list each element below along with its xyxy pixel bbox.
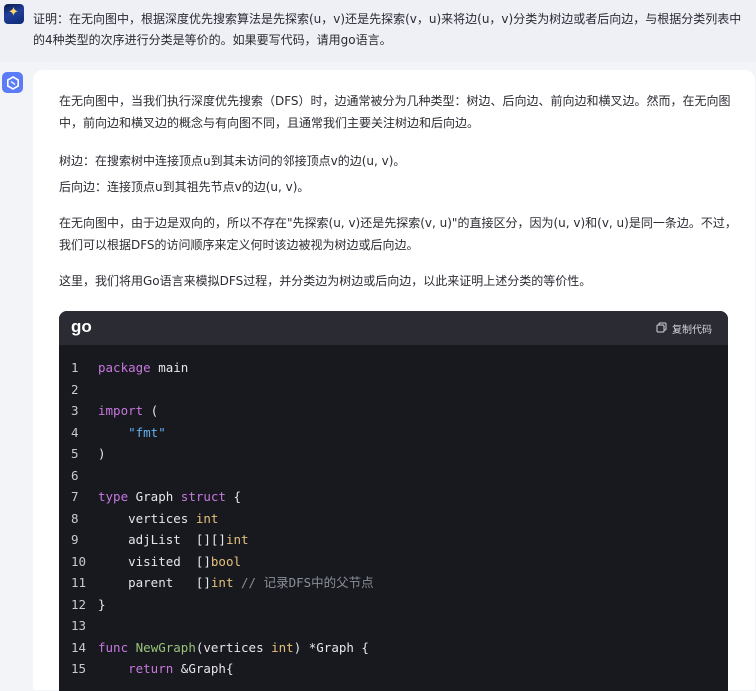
code-line: 15 return &Graph{	[59, 658, 728, 679]
code-line: 10 visited []bool	[59, 551, 728, 572]
code-text: package main	[98, 360, 189, 375]
answer-paragraph: 在无向图中，由于边是双向的，所以不存在"先探索(u, v)还是先探索(v, u)…	[59, 216, 737, 252]
code-text: func NewGraph(vertices int) *Graph {	[98, 639, 369, 655]
assistant-logo-icon	[2, 72, 23, 93]
code-line: 9 adjList [][]int	[59, 529, 728, 550]
code-line: 11 parent []int // 记录DFS中的父节点	[59, 572, 728, 593]
user-avatar-icon: ✦	[4, 4, 24, 24]
code-block-header: go 复制代码	[59, 311, 728, 345]
code-line: 2	[59, 379, 728, 400]
code-line: 6	[59, 465, 728, 486]
copy-code-label: 复制代码	[672, 325, 712, 336]
code-text: type Graph struct {	[98, 489, 242, 504]
code-text: parent []int // 记录DFS中的父节点	[98, 575, 374, 590]
copy-icon	[656, 322, 667, 336]
code-language-label: go	[71, 317, 92, 336]
code-line: 12}	[59, 594, 728, 615]
code-text: )	[98, 446, 106, 461]
line-number: 2	[71, 381, 79, 397]
code-line: 7 type Graph struct {	[59, 486, 728, 507]
user-message-text: 证明：在无向图中，根据深度优先搜索算法是先探索(u，v)还是先探索(v，u)来将…	[33, 12, 742, 47]
code-line: 8 vertices int	[59, 508, 728, 529]
code-line: 5)	[59, 443, 728, 464]
code-line: 13	[59, 615, 728, 636]
line-number: 14	[71, 639, 87, 655]
line-number: 5	[71, 446, 79, 461]
line-number: 1	[71, 360, 79, 375]
line-number: 13	[71, 618, 87, 633]
copy-code-button[interactable]: 复制代码	[656, 321, 712, 336]
code-block: go 复制代码 1 package main 2 3 import (4 "fmt" 5)…	[59, 311, 728, 691]
user-message-row: ✦ 证明：在无向图中，根据深度优先搜索算法是先探索(u，v)还是先探索(v，u)…	[0, 0, 756, 62]
line-number: 8	[71, 510, 79, 526]
line-number: 7	[71, 489, 79, 504]
code-text: "fmt"	[128, 424, 166, 440]
code-text: return &Graph{	[128, 661, 234, 676]
code-text: visited []bool	[98, 553, 241, 569]
code-text: adjList [][]int	[98, 532, 249, 547]
line-number: 9	[71, 532, 79, 547]
code-line: 4 "fmt"	[59, 422, 728, 443]
code-text: import (	[98, 403, 159, 418]
code-text: vertices int	[98, 510, 219, 526]
answer-paragraph: 在无向图中，当我们执行深度优先搜索（DFS）时，边通常被分为几种类型：树边、后向…	[59, 94, 731, 130]
answer-paragraph: 树边：在搜索树中连接顶点u到其未访问的邻接顶点v的边(u, v)。	[59, 154, 406, 168]
line-number: 6	[71, 467, 79, 483]
code-line: 3 import (	[59, 400, 728, 421]
answer-paragraph: 这里，我们将用Go语言来模拟DFS过程，并分类边为树边或后向边，以此来证明上述分…	[59, 274, 592, 288]
line-number: 3	[71, 403, 79, 418]
answer-paragraph: 后向边：连接顶点u到其祖先节点v的边(u, v)。	[59, 180, 310, 194]
line-number: 15	[71, 661, 87, 676]
line-number: 12	[71, 596, 87, 612]
assistant-answer-card: 在无向图中，当我们执行深度优先搜索（DFS）时，边通常被分为几种类型：树边、后向…	[33, 70, 755, 691]
code-line: 1 package main	[59, 357, 728, 378]
code-text: }	[98, 596, 106, 612]
line-number: 11	[71, 575, 87, 590]
line-number: 4	[71, 424, 79, 440]
line-number: 10	[71, 553, 87, 569]
code-line: 14 func NewGraph(vertices int) *Graph {	[59, 637, 728, 658]
